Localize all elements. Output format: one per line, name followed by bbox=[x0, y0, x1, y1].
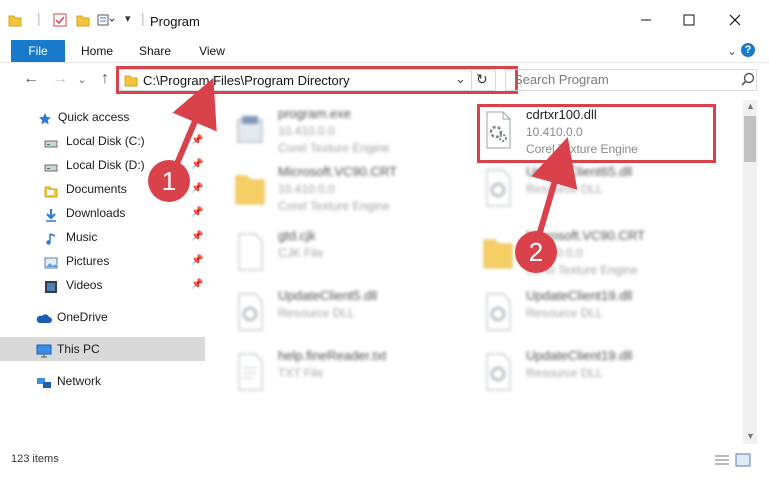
step-badge-1: 1 bbox=[148, 160, 190, 202]
arrow-1 bbox=[172, 77, 217, 168]
details-view-icon[interactable] bbox=[714, 453, 730, 470]
status-bar: 123 items bbox=[0, 448, 769, 472]
large-icons-view-icon[interactable] bbox=[735, 453, 751, 470]
arrow-2 bbox=[531, 136, 578, 233]
step-badge-2: 2 bbox=[515, 231, 557, 273]
item-count: 123 items bbox=[11, 453, 59, 465]
annotation-arrows bbox=[172, 77, 578, 233]
